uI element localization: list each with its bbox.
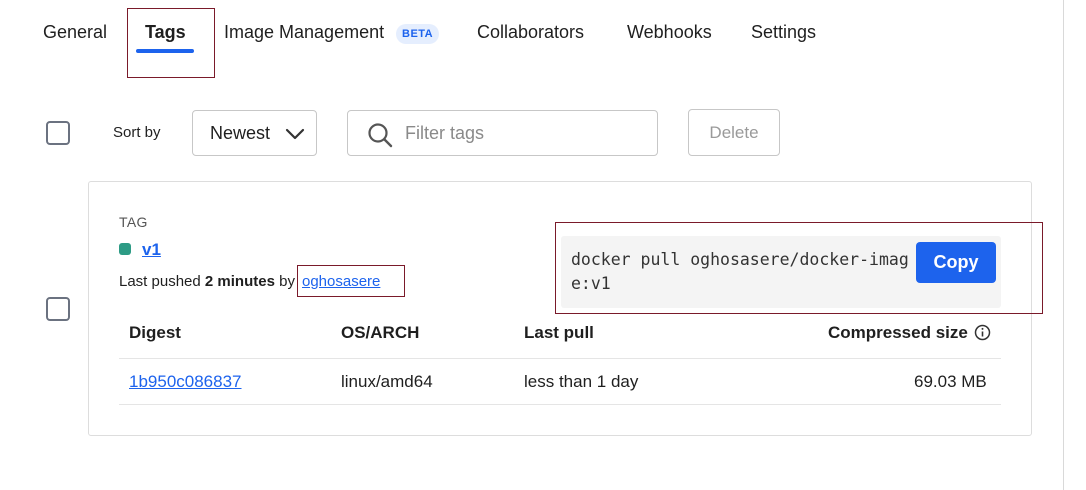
- last-pushed-by: by: [274, 273, 295, 290]
- last-pushed-text: Last pushed 2 minutes by: [119, 273, 295, 290]
- pull-command-text: docker pull oghosasere/docker-image:v1: [571, 250, 909, 293]
- delete-button[interactable]: Delete: [688, 109, 780, 156]
- info-icon[interactable]: [974, 324, 991, 341]
- pushed-by-user-link[interactable]: oghosasere: [302, 273, 380, 290]
- tab-webhooks[interactable]: Webhooks: [627, 22, 712, 43]
- copy-button[interactable]: Copy: [916, 242, 996, 283]
- tab-image-management[interactable]: Image Management: [224, 22, 384, 43]
- sort-select-value: Newest: [210, 123, 271, 143]
- os-arch-cell: linux/amd64: [341, 372, 433, 391]
- tag-row-checkbox[interactable]: [46, 297, 70, 321]
- active-tab-indicator: [136, 49, 194, 53]
- last-pushed-time: 2 minutes: [204, 273, 275, 290]
- tab-tags[interactable]: Tags: [145, 22, 186, 43]
- chevron-down-icon: [285, 128, 305, 140]
- tag-name-link[interactable]: v1: [142, 240, 161, 260]
- tag-caption: TAG: [119, 214, 148, 230]
- column-header-digest: Digest: [129, 323, 181, 342]
- column-header-os-arch: OS/ARCH: [341, 323, 420, 342]
- tab-settings[interactable]: Settings: [751, 22, 816, 43]
- compressed-size-cell: 69.03 MB: [914, 372, 987, 391]
- repository-tabs: General Tags Image Management BETA Colla…: [0, 0, 1063, 70]
- filter-tags-field[interactable]: [347, 110, 658, 156]
- column-header-last-pull: Last pull: [524, 323, 594, 342]
- tag-status-indicator: [119, 243, 131, 255]
- last-pushed-prefix: Last pushed: [119, 273, 205, 290]
- beta-badge: BETA: [396, 24, 440, 44]
- sort-select[interactable]: Newest: [192, 110, 317, 156]
- table-row-divider: [119, 404, 1001, 405]
- search-icon: [368, 123, 393, 148]
- digest-link[interactable]: 1b950c086837: [129, 372, 242, 392]
- select-all-checkbox[interactable]: [46, 121, 70, 145]
- sort-by-label: Sort by: [113, 124, 161, 141]
- scrollbar-track[interactable]: [1063, 0, 1064, 490]
- tag-card: [88, 181, 1032, 436]
- column-header-compressed-size: Compressed size: [828, 323, 968, 342]
- tab-general[interactable]: General: [43, 22, 107, 43]
- last-pull-cell: less than 1 day: [524, 372, 639, 391]
- tab-collaborators[interactable]: Collaborators: [477, 22, 584, 43]
- table-header-divider: [119, 358, 1001, 359]
- filter-tags-input[interactable]: [405, 119, 645, 147]
